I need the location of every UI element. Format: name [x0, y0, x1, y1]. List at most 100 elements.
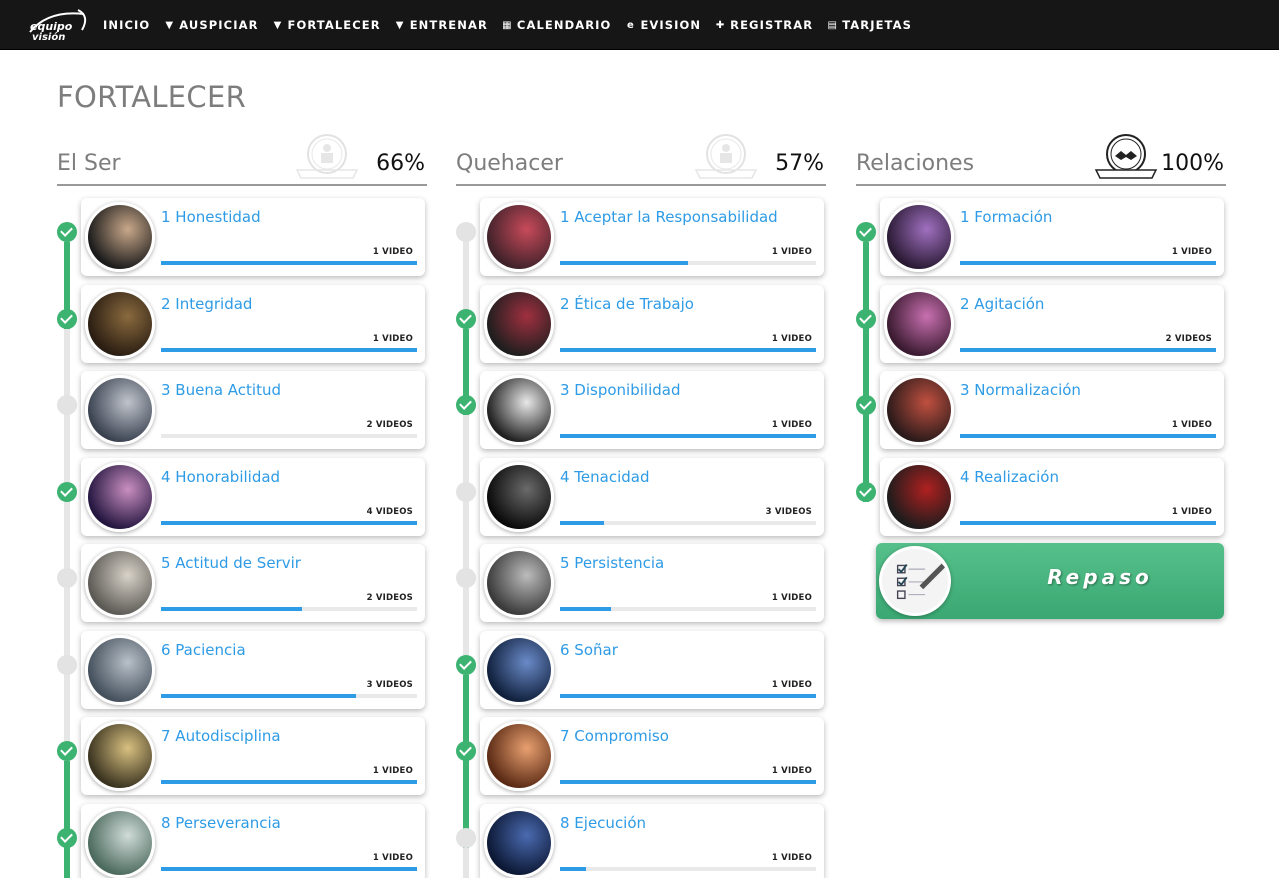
lesson-card[interactable]: 8 Perseverancia 1 VIDEO [81, 803, 425, 878]
video-thumbnail-image [88, 378, 152, 442]
lesson-title-link[interactable]: 7 Autodisciplina [161, 727, 281, 745]
lesson-title-link[interactable]: 1 Aceptar la Responsabilidad [560, 208, 778, 226]
lesson-thumbnail[interactable] [484, 202, 554, 272]
completed-check-icon [57, 741, 77, 761]
progress-bar-fill [161, 607, 302, 611]
lesson-thumbnail[interactable] [884, 202, 954, 272]
nav-item-entrenar[interactable]: ▼ ENTRENAR [395, 18, 488, 32]
lesson-title-link[interactable]: 8 Ejecución [560, 814, 646, 832]
video-thumbnail-image [88, 291, 152, 356]
progress-bar-fill [560, 780, 816, 784]
lesson-thumbnail[interactable] [85, 634, 155, 705]
lesson-card[interactable]: 1 Honestidad 1 VIDEO [81, 198, 425, 276]
lesson-title-link[interactable]: 2 Ética de Trabajo [560, 295, 694, 313]
lesson-title-link[interactable]: 5 Persistencia [560, 554, 664, 572]
lesson-title-link[interactable]: 4 Honorabilidad [161, 468, 280, 486]
video-thumbnail-image [88, 724, 152, 788]
lesson-card[interactable]: 2 Integridad 1 VIDEO [81, 284, 425, 363]
lesson-card[interactable]: 5 Actitud de Servir 2 VIDEOS [81, 544, 425, 622]
lesson-thumbnail[interactable] [884, 288, 954, 359]
nav-item-inicio[interactable]: INICIO [103, 18, 150, 32]
lesson-card[interactable]: 2 Agitación 2 VIDEOS [880, 284, 1224, 363]
pending-dot-icon [57, 395, 77, 415]
lesson-thumbnail[interactable] [85, 375, 155, 445]
lesson-title-link[interactable]: 3 Normalización [960, 381, 1081, 399]
nav-item-registrar[interactable]: ✚ REGISTRAR [715, 18, 813, 32]
progress-bar-fill [161, 520, 417, 525]
lesson-title-link[interactable]: 2 Integridad [161, 295, 252, 313]
category-percent: 57% [775, 151, 824, 176]
page-title: FORTALECER [57, 80, 247, 114]
lesson-title-link[interactable]: 4 Realización [960, 468, 1059, 486]
equipo-vision-logo[interactable]: equipo visión [26, 6, 92, 44]
pending-dot-icon [57, 654, 77, 675]
lesson-card[interactable]: 7 Compromiso 1 VIDEO [480, 717, 824, 795]
nav-item-fortalecer[interactable]: ▼ FORTALECER [273, 18, 381, 32]
progress-bar [161, 347, 417, 352]
lesson-card[interactable]: 8 Ejecución 1 VIDEO [480, 803, 824, 878]
lesson-card[interactable]: 3 Buena Actitud 2 VIDEOS [81, 371, 425, 449]
lesson-thumbnail[interactable] [85, 202, 155, 272]
lesson-title-link[interactable]: 7 Compromiso [560, 727, 669, 745]
lesson-card[interactable]: 6 Soñar 1 VIDEO [480, 630, 824, 709]
progress-bar [560, 866, 816, 871]
category-header: Relaciones 100% [856, 130, 1226, 186]
lesson-card[interactable]: 5 Persistencia 1 VIDEO [480, 544, 824, 622]
progress-bar-fill [161, 866, 417, 871]
lesson-title-link[interactable]: 3 Disponibilidad [560, 381, 680, 399]
lesson-thumbnail[interactable] [85, 807, 155, 878]
nav-item-label: EVISION [640, 18, 702, 32]
lesson-card[interactable]: 6 Paciencia 3 VIDEOS [81, 630, 425, 709]
nav-item-auspiciar[interactable]: ▼ AUSPICIAR [164, 18, 258, 32]
lesson-card[interactable]: 3 Disponibilidad 1 VIDEO [480, 371, 824, 449]
lesson-thumbnail[interactable] [484, 721, 554, 791]
lesson-title-link[interactable]: 4 Tenacidad [560, 468, 650, 486]
lesson-thumbnail[interactable] [484, 634, 554, 705]
lesson-thumbnail[interactable] [884, 461, 954, 532]
pending-dot-icon [456, 481, 476, 502]
category-title: El Ser [57, 151, 121, 176]
lesson-thumbnail[interactable] [484, 288, 554, 359]
lesson-title-link[interactable]: 6 Paciencia [161, 641, 246, 659]
nav-item-tarjetas[interactable]: ▤ TARJETAS [827, 18, 912, 32]
lesson-title-link[interactable]: 1 Honestidad [161, 208, 261, 226]
lesson-thumbnail[interactable] [85, 288, 155, 359]
lesson-thumbnail[interactable] [884, 375, 954, 445]
lesson-thumbnail[interactable] [85, 548, 155, 618]
lesson-card[interactable]: 3 Normalización 1 VIDEO [880, 371, 1224, 449]
repaso-button[interactable]: Repaso [876, 543, 1224, 619]
lesson-card[interactable]: 1 Aceptar la Responsabilidad 1 VIDEO [480, 198, 824, 276]
lesson-card[interactable]: 4 Honorabilidad 4 VIDEOS [81, 457, 425, 536]
lesson-thumbnail[interactable] [85, 461, 155, 532]
video-count: 2 VIDEOS [366, 593, 413, 603]
lesson-thumbnail[interactable] [484, 461, 554, 532]
nav-item-calendario[interactable]: ▦ CALENDARIO [502, 18, 612, 32]
nav-item-evision[interactable]: е EVISION [625, 18, 701, 32]
lesson-card[interactable]: 1 Formación 1 VIDEO [880, 198, 1224, 276]
video-count: 1 VIDEO [771, 420, 812, 430]
lesson-card[interactable]: 4 Tenacidad 3 VIDEOS [480, 457, 824, 536]
lesson-thumbnail[interactable] [484, 548, 554, 618]
completed-check-icon [57, 308, 77, 329]
lesson-thumbnail[interactable] [484, 375, 554, 445]
completed-check-icon [57, 222, 77, 242]
lesson-card[interactable]: 4 Realización 1 VIDEO [880, 457, 1224, 536]
progress-bar-fill [560, 607, 612, 611]
video-thumbnail-image [487, 205, 551, 269]
lesson-title-link[interactable]: 5 Actitud de Servir [161, 554, 301, 572]
lesson-title-link[interactable]: 1 Formación [960, 208, 1052, 226]
completed-check-icon [456, 308, 476, 329]
progress-bar-fill [161, 261, 417, 265]
video-count: 1 VIDEO [372, 333, 413, 344]
lesson-title-link[interactable]: 3 Buena Actitud [161, 381, 281, 399]
lesson-card[interactable]: 2 Ética de Trabajo 1 VIDEO [480, 284, 824, 363]
lesson-title-link[interactable]: 8 Perseverancia [161, 814, 281, 832]
video-thumbnail-image [487, 637, 551, 702]
lesson-title-link[interactable]: 2 Agitación [960, 295, 1044, 313]
lesson-thumbnail[interactable] [484, 807, 554, 878]
progress-bar [161, 520, 417, 525]
lesson-thumbnail[interactable] [85, 721, 155, 791]
video-thumbnail-image [487, 724, 551, 788]
lesson-title-link[interactable]: 6 Soñar [560, 641, 618, 659]
lesson-card[interactable]: 7 Autodisciplina 1 VIDEO [81, 717, 425, 795]
